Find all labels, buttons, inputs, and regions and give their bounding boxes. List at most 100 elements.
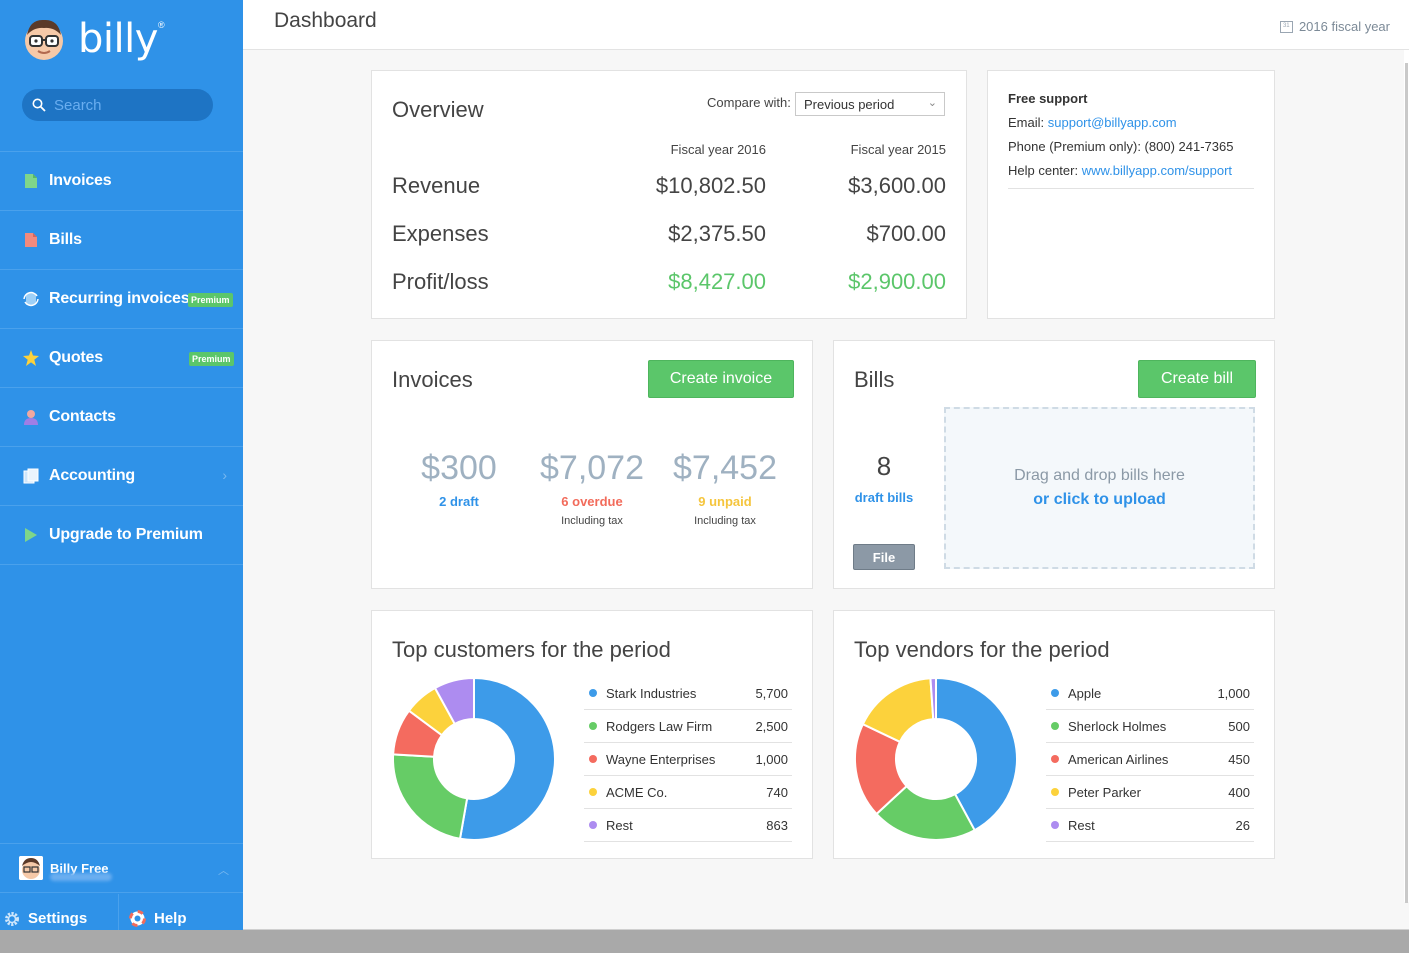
legend-dot (1051, 722, 1059, 730)
legend-row[interactable]: ACME Co. 740 (584, 776, 792, 809)
sidebar: billy ® Invoices Bills Recurring invoice… (0, 0, 243, 943)
sidebar-item-invoices[interactable]: Invoices (0, 152, 243, 211)
upload-link[interactable]: or click to upload (1033, 491, 1165, 509)
email-label: Email: (1008, 115, 1045, 130)
user-organization-blurred (50, 873, 112, 881)
legend-row[interactable]: Rest 863 (584, 809, 792, 842)
legend-row[interactable]: American Airlines 450 (1046, 743, 1254, 776)
customers-donut-chart (392, 677, 556, 841)
quote-star-icon (23, 350, 39, 366)
unpaid-amount: $7,452 (673, 449, 777, 487)
legend-value: 1,000 (1217, 685, 1250, 701)
overview-title: Overview (392, 97, 484, 122)
invoices-title: Invoices (392, 367, 473, 392)
legend-value: 26 (1235, 817, 1250, 833)
revenue-2015: $3,600.00 (848, 173, 946, 198)
draft-amount: $300 (421, 449, 497, 487)
window-bottom-strip (0, 930, 1409, 953)
sidebar-item-label: Invoices (49, 172, 112, 189)
help-center-line: Help center: www.billyapp.com/support (1008, 163, 1232, 178)
contact-person-icon (23, 409, 39, 425)
scrollbar-thumb[interactable] (1405, 63, 1408, 903)
legend-row[interactable]: Peter Parker 400 (1046, 776, 1254, 809)
invoice-stat-draft[interactable]: $300 2 draft (394, 449, 524, 509)
billy-logo[interactable]: billy ® (22, 14, 165, 64)
legend-value: 400 (1228, 784, 1250, 800)
legend-dot (589, 755, 597, 763)
scrollbar[interactable] (1404, 50, 1409, 903)
lifebuoy-icon (129, 910, 146, 927)
page-title: Dashboard (274, 9, 377, 32)
settings-label: Settings (28, 910, 88, 927)
logo-text: billy (78, 16, 158, 62)
search-box (22, 89, 213, 121)
recurring-icon (23, 291, 39, 307)
legend-value: 2,500 (755, 718, 788, 734)
legend-dot (1051, 689, 1059, 697)
premium-badge: Premium (189, 352, 234, 366)
invoice-stat-overdue[interactable]: $7,072 6 overdue Including tax (527, 449, 657, 527)
sidebar-item-accounting[interactable]: Accounting › (0, 447, 243, 506)
legend-value: 1,000 (755, 751, 788, 767)
sidebar-item-contacts[interactable]: Contacts (0, 388, 243, 447)
profit-loss-2016: $8,427.00 (668, 269, 766, 294)
help-label: Help (154, 910, 187, 927)
unpaid-subtext: Including tax (694, 515, 756, 527)
legend-value: 863 (766, 817, 788, 833)
top-customers-title: Top customers for the period (392, 637, 671, 662)
bill-upload-dropzone[interactable]: Drag and drop bills here or click to upl… (944, 407, 1255, 569)
customers-legend: Stark Industries 5,700 Rodgers Law Firm … (584, 677, 792, 842)
draft-bills-count: 8 (876, 451, 892, 481)
draft-bills-link[interactable]: draft bills (844, 490, 924, 505)
invoice-stat-unpaid[interactable]: $7,452 9 unpaid Including tax (660, 449, 790, 527)
legend-name: Wayne Enterprises (606, 751, 716, 767)
accounting-icon (23, 468, 39, 484)
legend-dot (589, 788, 597, 796)
user-menu[interactable]: Billy Free ︿ (0, 843, 243, 893)
legend-dot (589, 722, 597, 730)
legend-name: Rodgers Law Firm (606, 718, 713, 734)
legend-row[interactable]: Sherlock Holmes 500 (1046, 710, 1254, 743)
create-invoice-button[interactable]: Create invoice (648, 360, 794, 398)
donut-slice-rodgers-law-firm[interactable] (392, 753, 469, 840)
legend-row[interactable]: Rest 26 (1046, 809, 1254, 842)
sidebar-item-label: Accounting (49, 467, 135, 484)
legend-value: 5,700 (755, 685, 788, 701)
file-button[interactable]: File (853, 544, 915, 570)
compare-select[interactable]: Previous period ⌄ (795, 92, 945, 116)
support-email-link[interactable]: support@billyapp.com (1048, 115, 1177, 130)
legend-name: Peter Parker (1068, 784, 1141, 800)
search-input[interactable] (54, 96, 204, 114)
sidebar-item-bills[interactable]: Bills (0, 211, 243, 270)
legend-value: 500 (1228, 718, 1250, 734)
column-header-2016: Fiscal year 2016 (670, 142, 766, 157)
bills-card: Bills Create bill 8 draft bills File Dra… (833, 340, 1275, 589)
legend-row[interactable]: Apple 1,000 (1046, 677, 1254, 710)
profit-loss-2015: $2,900.00 (848, 269, 946, 294)
profit-loss-label: Profit/loss (392, 269, 489, 294)
sidebar-item-recurring-invoices[interactable]: Recurring invoices Premium (0, 270, 243, 329)
create-bill-button[interactable]: Create bill (1138, 360, 1256, 398)
search-icon (32, 98, 46, 112)
support-email-line: Email: support@billyapp.com (1008, 115, 1177, 130)
billy-face-logo-icon (25, 19, 63, 60)
overdue-amount: $7,072 (540, 449, 644, 487)
legend-name: Apple (1068, 685, 1102, 701)
top-vendors-title: Top vendors for the period (854, 637, 1110, 662)
legend-row[interactable]: Stark Industries 5,700 (584, 677, 792, 710)
help-center-link[interactable]: www.billyapp.com/support (1082, 163, 1232, 178)
sidebar-item-upgrade[interactable]: Upgrade to Premium (0, 506, 243, 565)
legend-dot (1051, 788, 1059, 796)
fiscal-year-selector[interactable]: 2016 fiscal year (1279, 19, 1390, 34)
revenue-label: Revenue (392, 173, 481, 198)
legend-row[interactable]: Rodgers Law Firm 2,500 (584, 710, 792, 743)
overdue-subtext: Including tax (561, 515, 623, 527)
expenses-2016: $2,375.50 (668, 221, 766, 246)
sidebar-item-quotes[interactable]: Quotes Premium (0, 329, 243, 388)
legend-value: 450 (1228, 751, 1250, 767)
legend-name: American Airlines (1068, 751, 1169, 767)
top-vendors-card: Top vendors for the period Apple 1,000 S… (833, 610, 1275, 859)
gear-icon (5, 911, 19, 926)
legend-row[interactable]: Wayne Enterprises 1,000 (584, 743, 792, 776)
vendors-legend: Apple 1,000 Sherlock Holmes 500 American… (1046, 677, 1254, 842)
